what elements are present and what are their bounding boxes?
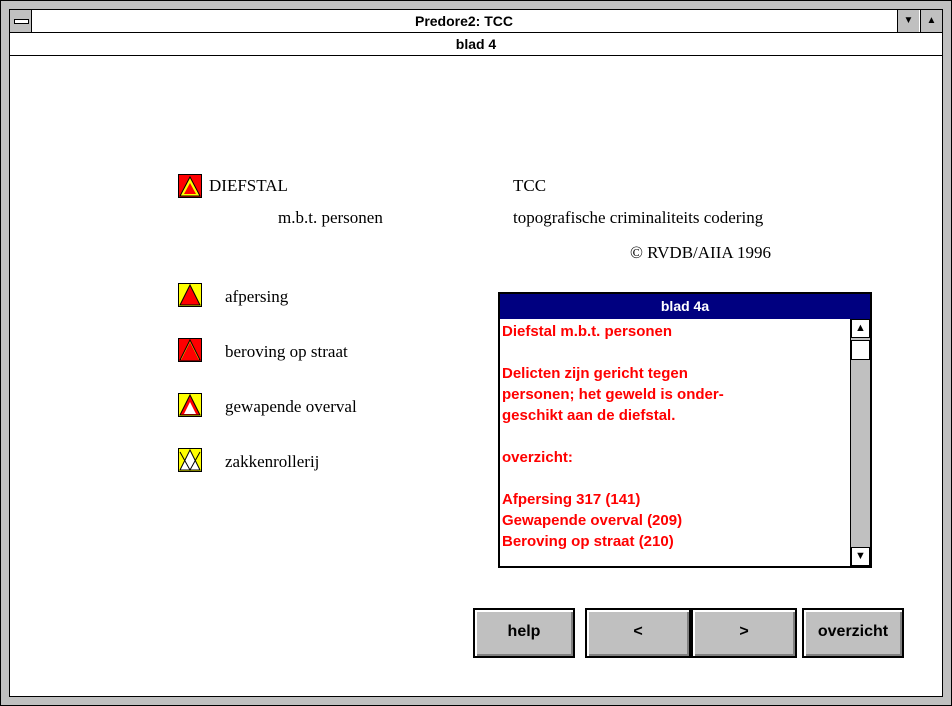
window-title: Predore2: TCC xyxy=(414,13,514,29)
outlined-triangle-icon xyxy=(178,393,202,417)
overview-button[interactable]: overzicht xyxy=(802,608,904,658)
scroll-down-button[interactable]: ▼ xyxy=(851,547,870,566)
panel-line: geschikt aan de diefstal. xyxy=(502,407,676,424)
category-sublabel: m.b.t. personen xyxy=(278,208,383,227)
panel-line: personen; het geweld is onder- xyxy=(502,386,724,403)
system-menu-button[interactable] xyxy=(10,10,32,32)
tcc-title: TCC xyxy=(513,176,547,195)
previous-button[interactable]: < xyxy=(585,608,691,658)
copyright-text: © RVDB/AIIA 1996 xyxy=(630,243,771,262)
window-frame: Predore2: TCC ▼ ▲ blad 4 DIEFSTAL m.b.t.… xyxy=(9,9,943,697)
help-button[interactable]: help xyxy=(473,608,575,658)
scroll-thumb[interactable] xyxy=(851,340,870,360)
panel-text: Diefstal m.b.t. personen Delicten zijn g… xyxy=(502,321,848,564)
system-menu-icon xyxy=(14,19,29,24)
panel-line: Diefstal m.b.t. personen xyxy=(502,323,673,340)
diefstal-triangle-icon xyxy=(178,174,202,198)
panel-line: overzicht: xyxy=(502,449,573,466)
panel-line: Afpersing 317 (141) xyxy=(502,491,641,508)
panel-line xyxy=(502,342,848,363)
next-button[interactable]: > xyxy=(691,608,797,658)
panel-line xyxy=(502,426,848,447)
panel-line xyxy=(502,468,848,489)
tcc-description: topografische criminaliteits codering xyxy=(513,208,764,227)
category-label: DIEFSTAL xyxy=(209,176,288,195)
panel-line: Delicten zijn gericht tegen xyxy=(502,365,688,382)
legend-label-afpersing: afpersing xyxy=(225,287,289,306)
red-triangle-icon xyxy=(178,338,202,362)
filled-red-triangle-icon xyxy=(178,283,202,307)
panel-line: Beroving op straat (210) xyxy=(502,533,674,550)
title-bar[interactable]: Predore2: TCC ▼ ▲ xyxy=(10,10,942,33)
panel-line: Gewapende overval (209) xyxy=(502,512,683,529)
page-title: blad 4 xyxy=(10,33,942,56)
main-content: DIEFSTAL m.b.t. personen TCC topografisc… xyxy=(10,56,942,696)
vertical-scrollbar[interactable]: ▲ ▼ xyxy=(850,319,870,566)
minimize-button[interactable]: ▼ xyxy=(897,10,919,32)
legend-label-overval: gewapende overval xyxy=(225,397,357,416)
legend-label-beroving: beroving op straat xyxy=(225,342,348,361)
app-window: Predore2: TCC ▼ ▲ blad 4 DIEFSTAL m.b.t.… xyxy=(0,0,952,706)
crossed-triangle-icon xyxy=(178,448,202,472)
scroll-up-button[interactable]: ▲ xyxy=(851,319,870,338)
legend-label-zakkenrollerij: zakkenrollerij xyxy=(225,452,320,471)
maximize-button[interactable]: ▲ xyxy=(920,10,942,32)
panel-title: blad 4a xyxy=(500,294,870,319)
info-panel: blad 4a Diefstal m.b.t. personen Delicte… xyxy=(498,292,872,568)
